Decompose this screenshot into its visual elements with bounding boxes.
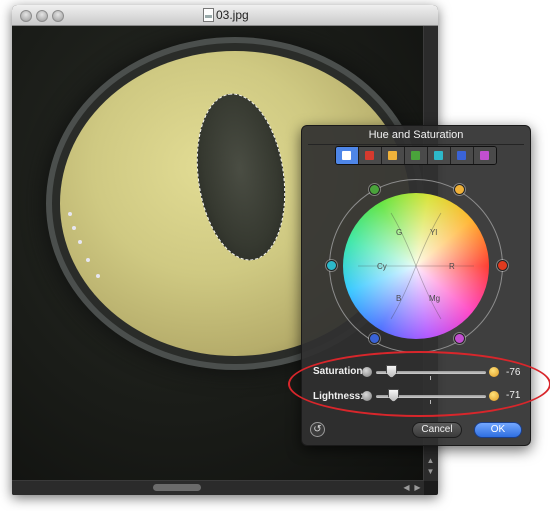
lightness-value: -71 bbox=[506, 390, 521, 401]
saturation-min-icon bbox=[362, 367, 372, 377]
title-divider bbox=[308, 144, 524, 145]
document-icon bbox=[203, 8, 214, 22]
swatch-red[interactable] bbox=[359, 147, 382, 164]
panel-title: Hue and Saturation bbox=[368, 129, 464, 141]
hue-saturation-panel: Hue and Saturation G Yl Cy R B Mg Satura… bbox=[301, 125, 531, 446]
reflection-dot bbox=[78, 240, 82, 244]
saturation-label: Saturation: bbox=[313, 366, 366, 377]
reflection-dot bbox=[86, 258, 90, 262]
horizontal-scrollbar[interactable]: ◀ ▶ bbox=[12, 480, 424, 495]
minimize-window-button[interactable] bbox=[36, 10, 48, 22]
hue-handle-red[interactable] bbox=[497, 260, 508, 271]
wheel-label-cyan: Cy bbox=[377, 262, 387, 271]
title-bar[interactable]: 03.jpg bbox=[12, 5, 438, 26]
hue-wheel-curves bbox=[358, 212, 474, 320]
lightness-slider-thumb[interactable] bbox=[388, 389, 399, 402]
swatch-cyan[interactable] bbox=[428, 147, 451, 164]
zoom-window-button[interactable] bbox=[52, 10, 64, 22]
saturation-center-tick bbox=[430, 376, 431, 380]
saturation-slider-thumb[interactable] bbox=[386, 365, 397, 378]
wheel-label-blue: B bbox=[396, 294, 402, 303]
wheel-label-green: G bbox=[396, 228, 403, 237]
reflection-dot bbox=[96, 274, 100, 278]
reflection-dot bbox=[72, 226, 76, 230]
lightness-label: Lightness: bbox=[313, 391, 364, 402]
window-title: 03.jpg bbox=[216, 8, 249, 22]
horizontal-scroll-thumb[interactable] bbox=[153, 484, 201, 491]
swatch-all[interactable] bbox=[336, 147, 359, 164]
swatch-blue[interactable] bbox=[451, 147, 474, 164]
ok-button[interactable]: OK bbox=[474, 422, 522, 438]
scroll-up-arrow-icon[interactable]: ▲ bbox=[426, 456, 435, 465]
hue-handle-blue[interactable] bbox=[369, 333, 380, 344]
hue-handle-cyan[interactable] bbox=[326, 260, 337, 271]
lightness-center-tick bbox=[430, 400, 431, 404]
hue-handle-green[interactable] bbox=[369, 184, 380, 195]
wheel-label-yellow: Yl bbox=[430, 228, 438, 237]
reset-icon[interactable]: ↺ bbox=[310, 422, 325, 437]
reflection-dot bbox=[68, 212, 72, 216]
scroll-down-arrow-icon[interactable]: ▼ bbox=[426, 467, 435, 476]
scroll-left-arrow-icon[interactable]: ◀ bbox=[402, 483, 411, 492]
swatch-yellow[interactable] bbox=[382, 147, 405, 164]
lightness-max-icon bbox=[489, 391, 499, 401]
lightness-min-icon bbox=[362, 391, 372, 401]
close-window-button[interactable] bbox=[20, 10, 32, 22]
swatch-magenta[interactable] bbox=[474, 147, 496, 164]
wheel-label-red: R bbox=[449, 262, 455, 271]
hue-handle-magenta[interactable] bbox=[454, 333, 465, 344]
wheel-label-magenta: Mg bbox=[429, 294, 441, 303]
hue-handle-yellow[interactable] bbox=[454, 184, 465, 195]
cancel-button[interactable]: Cancel bbox=[412, 422, 462, 438]
color-range-selector[interactable] bbox=[335, 146, 497, 165]
saturation-max-icon bbox=[489, 367, 499, 377]
scroll-right-arrow-icon[interactable]: ▶ bbox=[413, 483, 422, 492]
swatch-green[interactable] bbox=[405, 147, 428, 164]
saturation-value: -76 bbox=[506, 367, 521, 378]
